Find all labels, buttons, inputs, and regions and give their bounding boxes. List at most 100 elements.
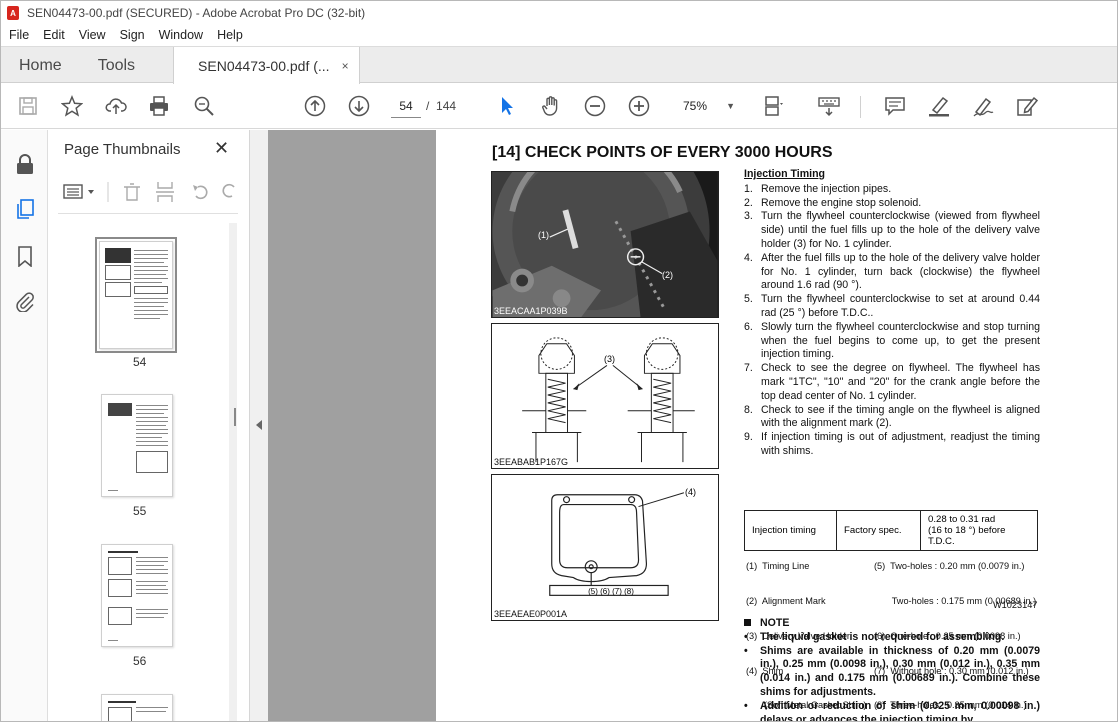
shim-diagram: (4) (5) (6) (7) (8) 3EEAEAE0P001A [491,474,719,621]
keyboard-icon[interactable] [817,94,841,118]
tab-document-label: SEN04473-00.pdf (... [198,58,330,74]
page-total: / 144 [426,94,456,118]
menu-file[interactable]: File [9,28,29,42]
insert-page-icon[interactable] [156,182,174,202]
tab-bar: Home Tools SEN04473-00.pdf (... × [1,46,1117,85]
panel-title: Page Thumbnails [64,141,181,158]
step-text: Slowly turn the flywheel counterclockwis… [761,320,1040,361]
bookmark-icon[interactable] [14,245,36,268]
resize-grip[interactable] [234,408,236,426]
note-text: Addition or reduction of shim (0.025 mm,… [760,699,1040,722]
flywheel-photo: (1) (2) 3EEACAA1P039B [491,171,719,318]
step-item: 1. Remove the injection pipes. [744,183,1040,197]
document-code: W1023147 [993,600,1038,610]
tab-close-button[interactable]: × [342,59,349,73]
print-icon[interactable] [147,94,171,118]
step-text: Remove the injection pipes. [761,182,892,195]
title-bar: A SEN04473-00.pdf (SECURED) - Adobe Acro… [1,1,1117,25]
thumbnail-scrollbar[interactable] [229,223,237,721]
note-item: • Shims are available in thickness of 0.2… [744,645,1040,700]
step-number: 5. [744,293,753,306]
thumbnail-tools [62,178,236,206]
menu-edit[interactable]: Edit [43,28,65,42]
page-thumbnails-panel: Page Thumbnails ✕ 54 55 56 [48,130,250,721]
menu-view[interactable]: View [79,28,106,42]
bullet-icon: • [744,644,748,657]
lock-icon[interactable] [14,153,36,175]
hand-icon[interactable] [539,94,563,118]
legend-item: (5) Two-holes : 0.20 mm (0.0079 in.) [874,561,1025,572]
menu-sign[interactable]: Sign [120,28,145,42]
star-icon[interactable] [60,94,84,118]
legend-item: (2) Alignment Mark [746,595,826,606]
panel-splitter[interactable] [234,130,268,721]
step-item: 2. Remove the engine stop solenoid. [744,197,1040,211]
bullet-icon: • [744,699,748,712]
zoom-out-icon[interactable] [583,94,607,118]
zoom-in-icon[interactable] [627,94,651,118]
step-item: 9. If injection timing is out of adjustme… [744,431,1040,459]
edit-pdf-icon[interactable] [1015,94,1039,118]
callout-2: (2) [662,270,673,280]
zoom-select[interactable]: 75% ▼ [673,94,741,118]
callout-4: (4) [685,487,696,497]
delete-icon[interactable] [124,183,140,201]
acrobat-icon: A [7,6,19,20]
thumbnail-label-54: 54 [133,355,147,369]
step-text: Turn the flywheel counterclockwise (view… [761,210,1040,250]
rotate-right-icon[interactable] [222,183,235,198]
note-text: The liquid gasket is not required for as… [760,630,1005,643]
chevron-down-icon: ▼ [726,101,735,111]
prev-page-icon[interactable] [303,94,327,118]
tab-document[interactable]: SEN04473-00.pdf (... × [173,47,360,85]
collapse-panel-icon[interactable] [256,420,262,430]
shim-type-row: (5) (6) (7) (8) [588,587,634,596]
acrobat-window: A SEN04473-00.pdf (SECURED) - Adobe Acro… [0,0,1118,722]
panel-close-button[interactable]: ✕ [214,138,229,159]
figure-1-code: 3EEACAA1P039B [494,306,568,316]
menu-window[interactable]: Window [159,28,203,42]
page-number-input[interactable]: 54 [391,94,421,118]
document-view[interactable]: [14] CHECK POINTS OF EVERY 3000 HOURS (1… [268,130,1117,722]
thumbnail-page-55[interactable] [101,394,173,497]
options-menu-icon[interactable] [63,184,94,199]
save-icon[interactable] [16,94,40,118]
tab-tools[interactable]: Tools [80,47,153,84]
step-number: 4. [744,251,753,264]
bullet-icon: • [744,630,748,643]
panel-divider [58,213,238,214]
attachment-icon[interactable] [14,290,36,313]
sign-icon[interactable] [971,94,995,118]
tab-home[interactable]: Home [1,47,80,84]
page-thumbnails-icon[interactable] [14,198,36,220]
thumbnail-page-56[interactable] [101,544,173,647]
note-block: NOTE • The liquid gasket is not required … [744,617,1040,722]
highlight-icon[interactable] [927,94,951,118]
step-number: 9. [744,431,753,444]
comment-icon[interactable] [883,94,907,118]
step-number: 2. [744,196,753,209]
square-bullet-icon [744,619,751,626]
thumbnail-page-54[interactable] [95,237,177,353]
note-item: • The liquid gasket is not required for a… [744,631,1040,645]
upload-icon[interactable] [104,94,128,118]
page-separator: / [426,99,430,113]
next-page-icon[interactable] [347,94,371,118]
page-heading: [14] CHECK POINTS OF EVERY 3000 HOURS [492,144,833,161]
figure-3-code: 3EEAEAE0P001A [494,609,568,619]
select-cursor-icon[interactable] [495,94,519,118]
fit-page-icon[interactable] [761,94,785,118]
note-item: • Addition or reduction of shim (0.025 mm… [744,699,1040,722]
callout-1: (1) [538,230,549,240]
step-item: 3. Turn the flywheel counterclockwise (vi… [744,210,1040,251]
menu-help[interactable]: Help [217,28,243,42]
zoom-value: 75% [683,99,708,113]
callout-3: (3) [604,354,615,364]
toolbar: 54 / 144 75% ▼ [1,84,1117,129]
left-rail [1,130,48,721]
rotate-left-icon[interactable] [193,185,208,200]
thumbnail-page-57[interactable] [101,694,173,721]
procedure-text: Injection Timing 1. Remove the injection … [744,168,1040,459]
window-title: SEN04473-00.pdf (SECURED) - Adobe Acroba… [27,6,366,20]
search-icon[interactable] [192,94,216,118]
